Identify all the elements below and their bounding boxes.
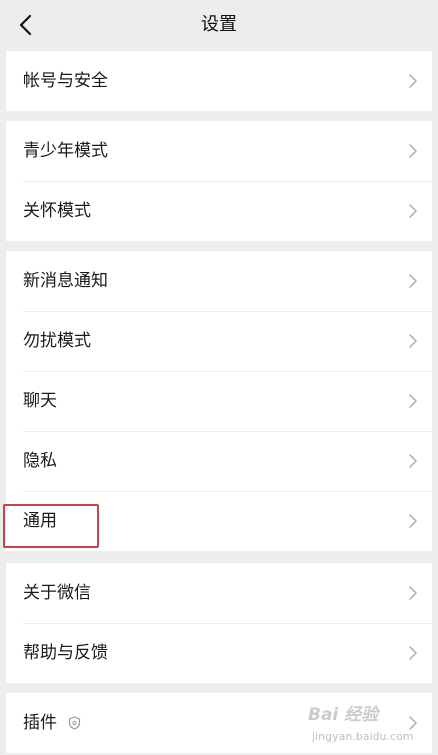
settings-item-help-feedback[interactable]: 帮助与反馈 [6, 623, 432, 683]
chevron-right-icon [409, 74, 417, 88]
settings-group-account: 帐号与安全 [6, 51, 432, 111]
settings-group-modes: 青少年模式 关怀模式 [6, 121, 432, 241]
settings-item-notifications[interactable]: 新消息通知 [6, 251, 432, 311]
settings-item-label: 新消息通知 [23, 271, 108, 291]
baidu-watermark: Bai 经验 jingyan.baidu.com [308, 700, 428, 752]
highlight-box [3, 504, 99, 548]
watermark-url: jingyan.baidu.com [312, 730, 414, 743]
settings-item-label: 帐号与安全 [23, 71, 108, 91]
chevron-right-icon [409, 394, 417, 408]
chevron-right-icon [409, 514, 417, 528]
chevron-right-icon [409, 274, 417, 288]
settings-item-label: 聊天 [23, 391, 57, 411]
settings-item-label: 青少年模式 [23, 141, 108, 161]
settings-item-label: 插件 [23, 713, 57, 733]
chevron-right-icon [409, 204, 417, 218]
settings-item-label: 勿扰模式 [23, 331, 91, 351]
chevron-right-icon [409, 454, 417, 468]
settings-item-care-mode[interactable]: 关怀模式 [6, 181, 432, 241]
settings-item-label: 帮助与反馈 [23, 643, 108, 663]
nav-bar: 设置 [0, 0, 438, 50]
shield-icon [68, 716, 81, 730]
chevron-right-icon [409, 334, 417, 348]
settings-item-label: 关怀模式 [23, 201, 91, 221]
chevron-right-icon [409, 144, 417, 158]
settings-item-label: 关于微信 [23, 583, 91, 603]
settings-item-about-wechat[interactable]: 关于微信 [6, 563, 432, 623]
page-title: 设置 [201, 14, 237, 35]
settings-item-youth-mode[interactable]: 青少年模式 [6, 121, 432, 181]
settings-item-account-security[interactable]: 帐号与安全 [6, 51, 432, 111]
settings-item-privacy[interactable]: 隐私 [6, 431, 432, 491]
settings-item-chat[interactable]: 聊天 [6, 371, 432, 431]
settings-item-label: 隐私 [23, 451, 57, 471]
chevron-right-icon [409, 586, 417, 600]
chevron-right-icon [409, 646, 417, 660]
watermark-logo-text: Bai 经验 [308, 705, 379, 725]
settings-item-do-not-disturb[interactable]: 勿扰模式 [6, 311, 432, 371]
settings-group-about: 关于微信 帮助与反馈 [6, 563, 432, 683]
